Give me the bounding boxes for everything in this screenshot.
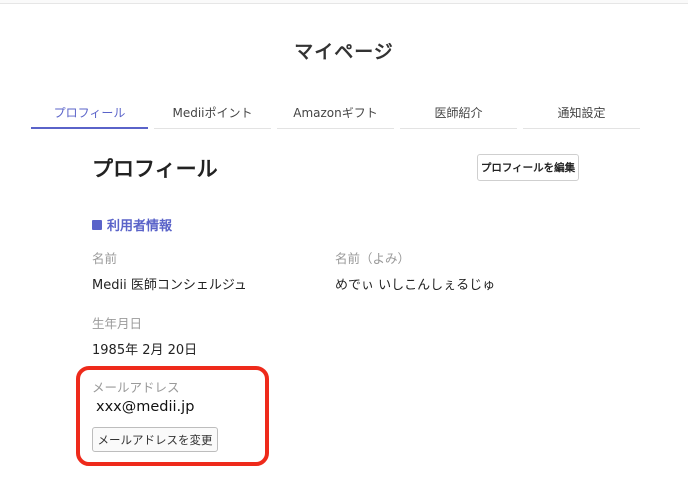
tab-bar: プロフィール Mediiポイント Amazonギフト 医師紹介 通知設定 [31, 100, 640, 129]
name-label: 名前 [92, 251, 118, 266]
profile-section-title: プロフィール [92, 157, 218, 181]
user-info-heading: 利用者情報 [92, 215, 172, 234]
tab-medii-points[interactable]: Mediiポイント [154, 100, 271, 129]
page-title: マイページ [294, 41, 394, 63]
name-kana-value: めでぃ いしこんしぇるじゅ [335, 278, 496, 293]
tab-amazon-gift[interactable]: Amazonギフト [277, 100, 394, 129]
square-bullet-icon [92, 219, 102, 230]
tab-doctor-referral[interactable]: 医師紹介 [400, 100, 517, 129]
top-divider [0, 0, 688, 4]
birthdate-label: 生年月日 [92, 316, 143, 331]
email-highlight-box [76, 366, 269, 466]
name-value: Medii 医師コンシェルジュ [92, 278, 247, 293]
tab-notification-settings[interactable]: 通知設定 [523, 100, 640, 129]
edit-profile-button[interactable]: プロフィールを編集 [477, 154, 579, 181]
user-info-heading-label: 利用者情報 [107, 219, 173, 234]
tab-profile[interactable]: プロフィール [31, 100, 148, 129]
name-kana-label: 名前（よみ） [335, 251, 411, 266]
birthdate-value: 1985年 2月 20日 [92, 343, 198, 358]
